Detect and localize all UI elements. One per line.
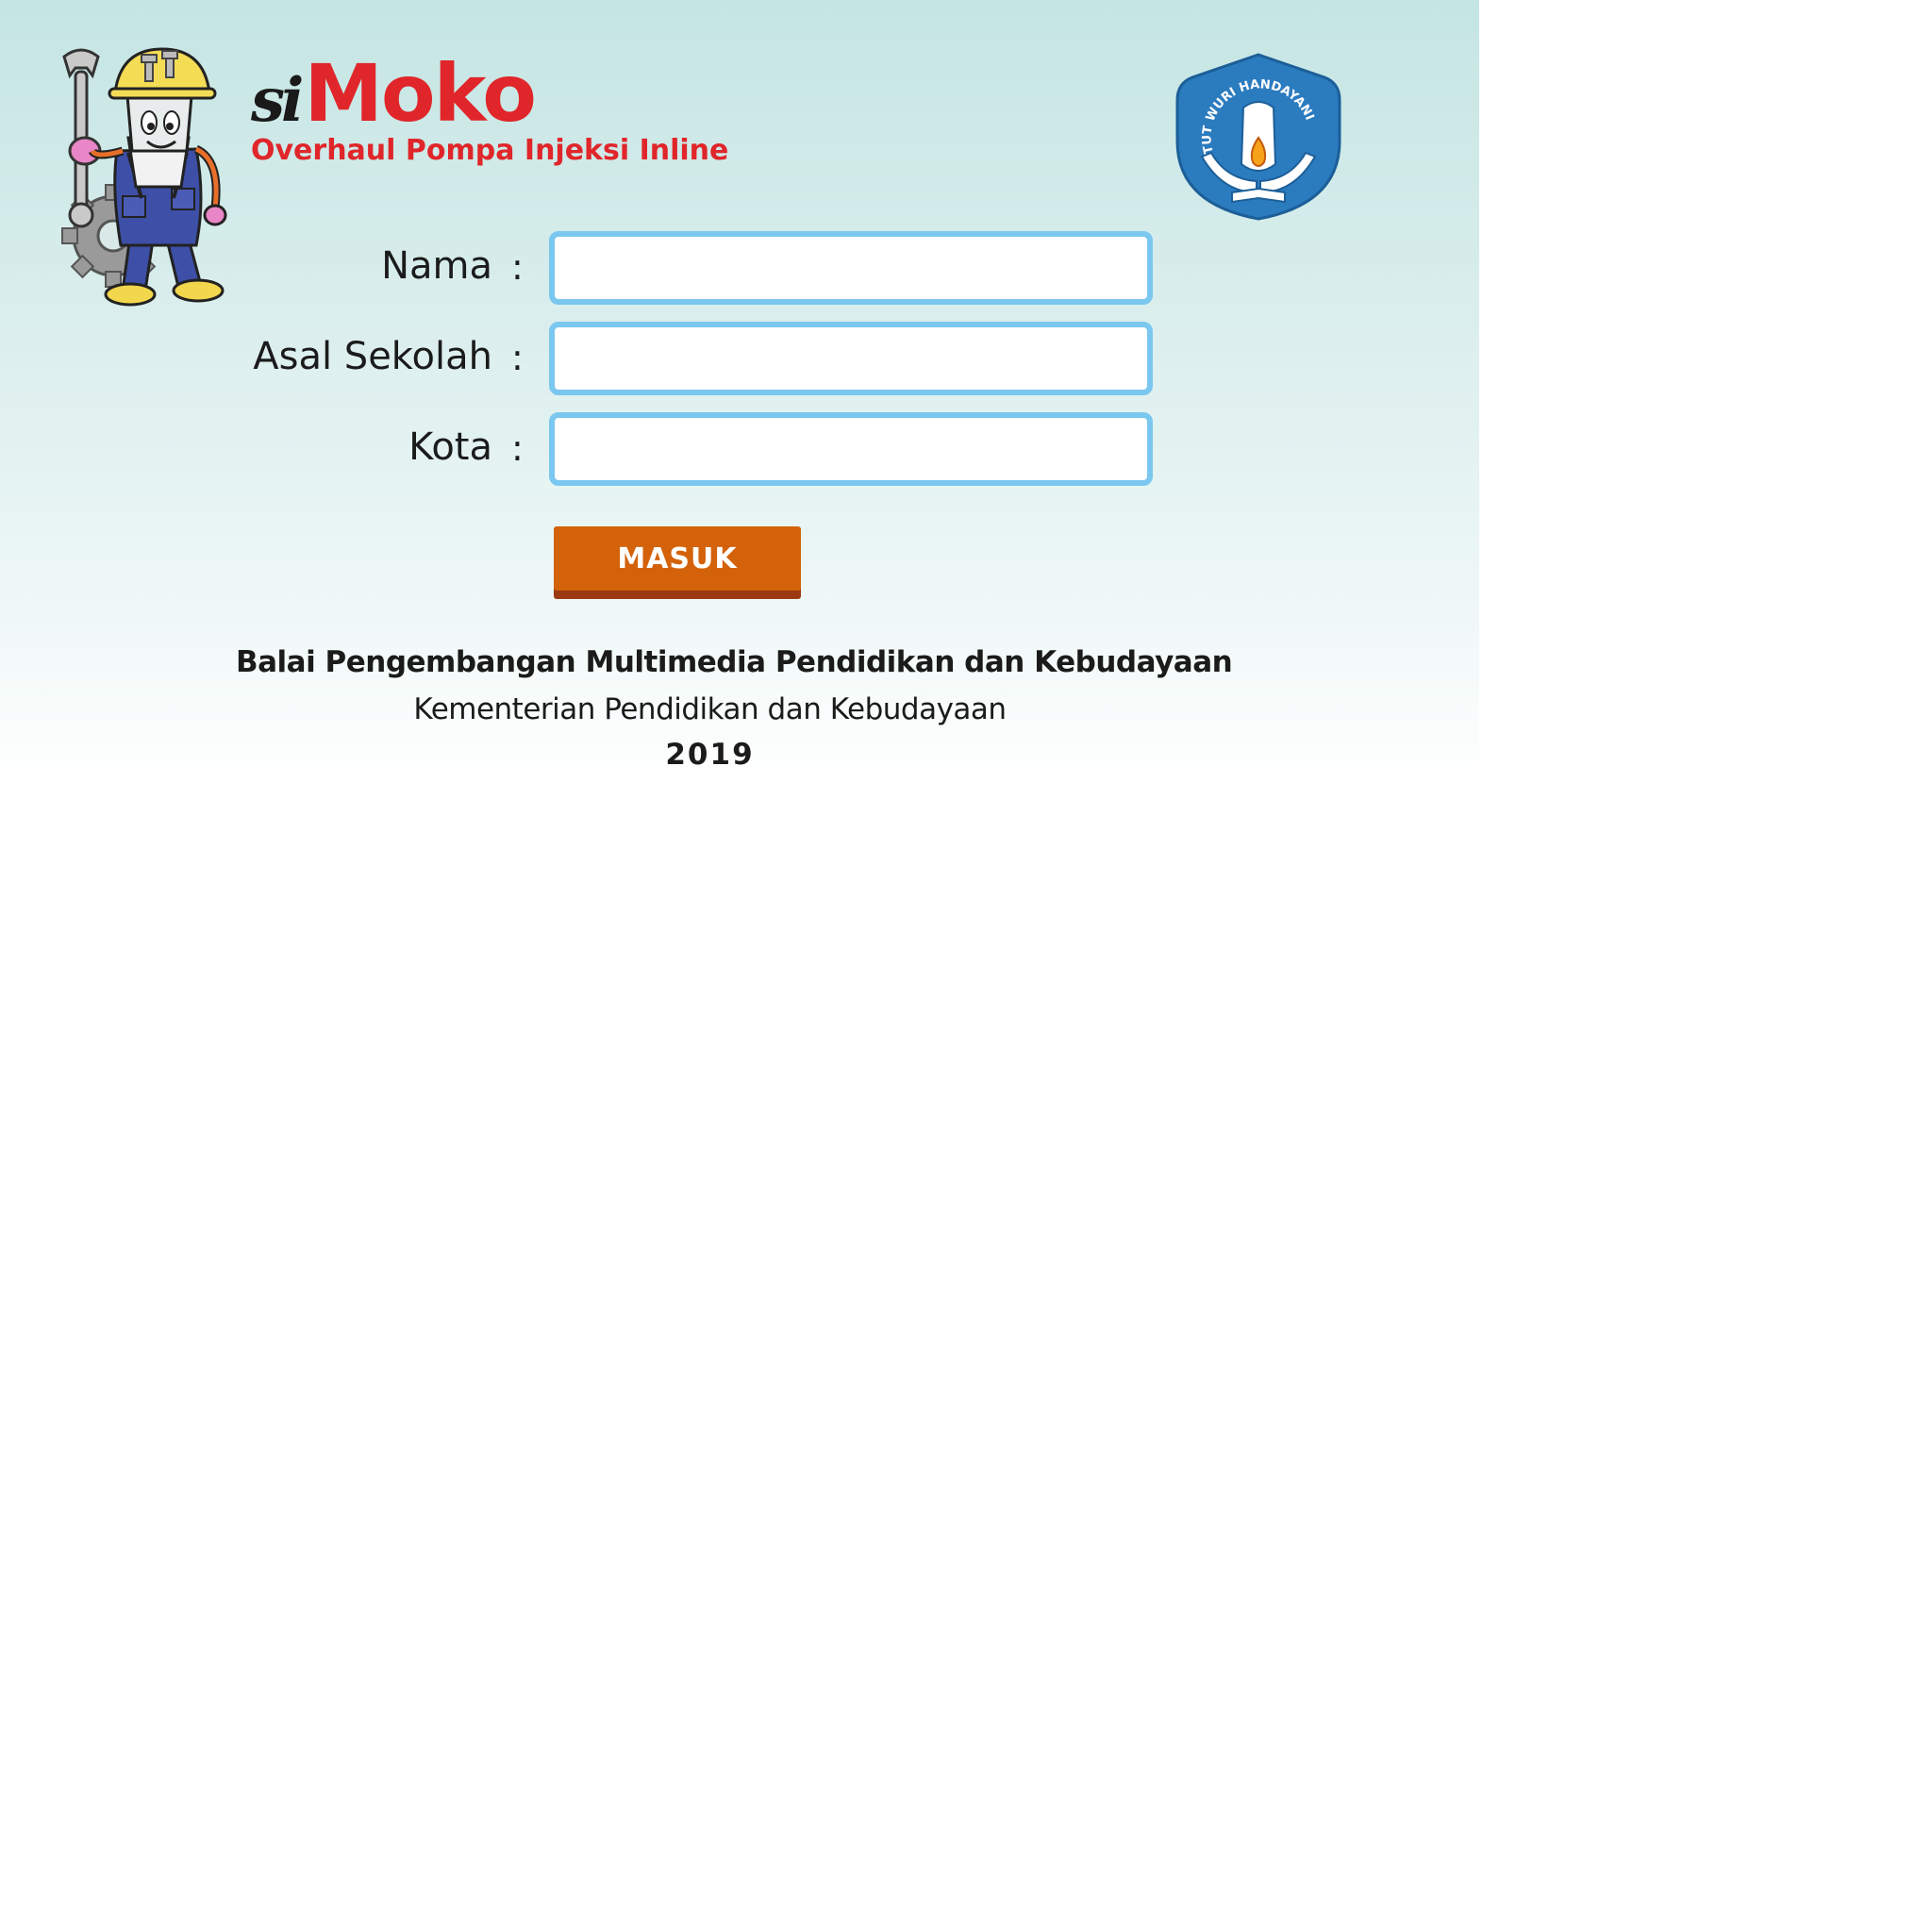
app-subtitle: Overhaul Pompa Injeksi Inline: [251, 134, 729, 167]
label-separator: :: [511, 337, 524, 378]
tut-wuri-handayani-emblem-icon: TUT WURI HANDAYANI: [1175, 53, 1341, 221]
nama-input[interactable]: [549, 231, 1153, 305]
app-logo: siMoko: [251, 47, 537, 140]
asal-sekolah-input[interactable]: [549, 322, 1153, 395]
nama-label: Nama: [381, 244, 492, 288]
kota-input[interactable]: [549, 412, 1153, 486]
brand-name: Moko: [304, 47, 537, 140]
footer-institution: Balai Pengembangan Multimedia Pendidikan…: [236, 645, 1233, 679]
kota-label: Kota: [408, 425, 492, 469]
login-screen: siMoko Overhaul Pompa Injeksi Inline TUT…: [0, 0, 1479, 785]
asal-sekolah-label: Asal Sekolah: [253, 335, 492, 378]
masuk-button[interactable]: MASUK: [554, 526, 801, 591]
form-row-asal-sekolah: Asal Sekolah :: [0, 322, 1170, 397]
form-row-kota: Kota :: [0, 412, 1170, 488]
footer-ministry: Kementerian Pendidikan dan Kebudayaan: [413, 692, 1007, 726]
form-row-nama: Nama :: [0, 231, 1170, 307]
brand-prefix: si: [251, 65, 304, 136]
label-separator: :: [511, 246, 524, 288]
footer-year: 2019: [665, 738, 755, 772]
label-separator: :: [511, 427, 524, 469]
